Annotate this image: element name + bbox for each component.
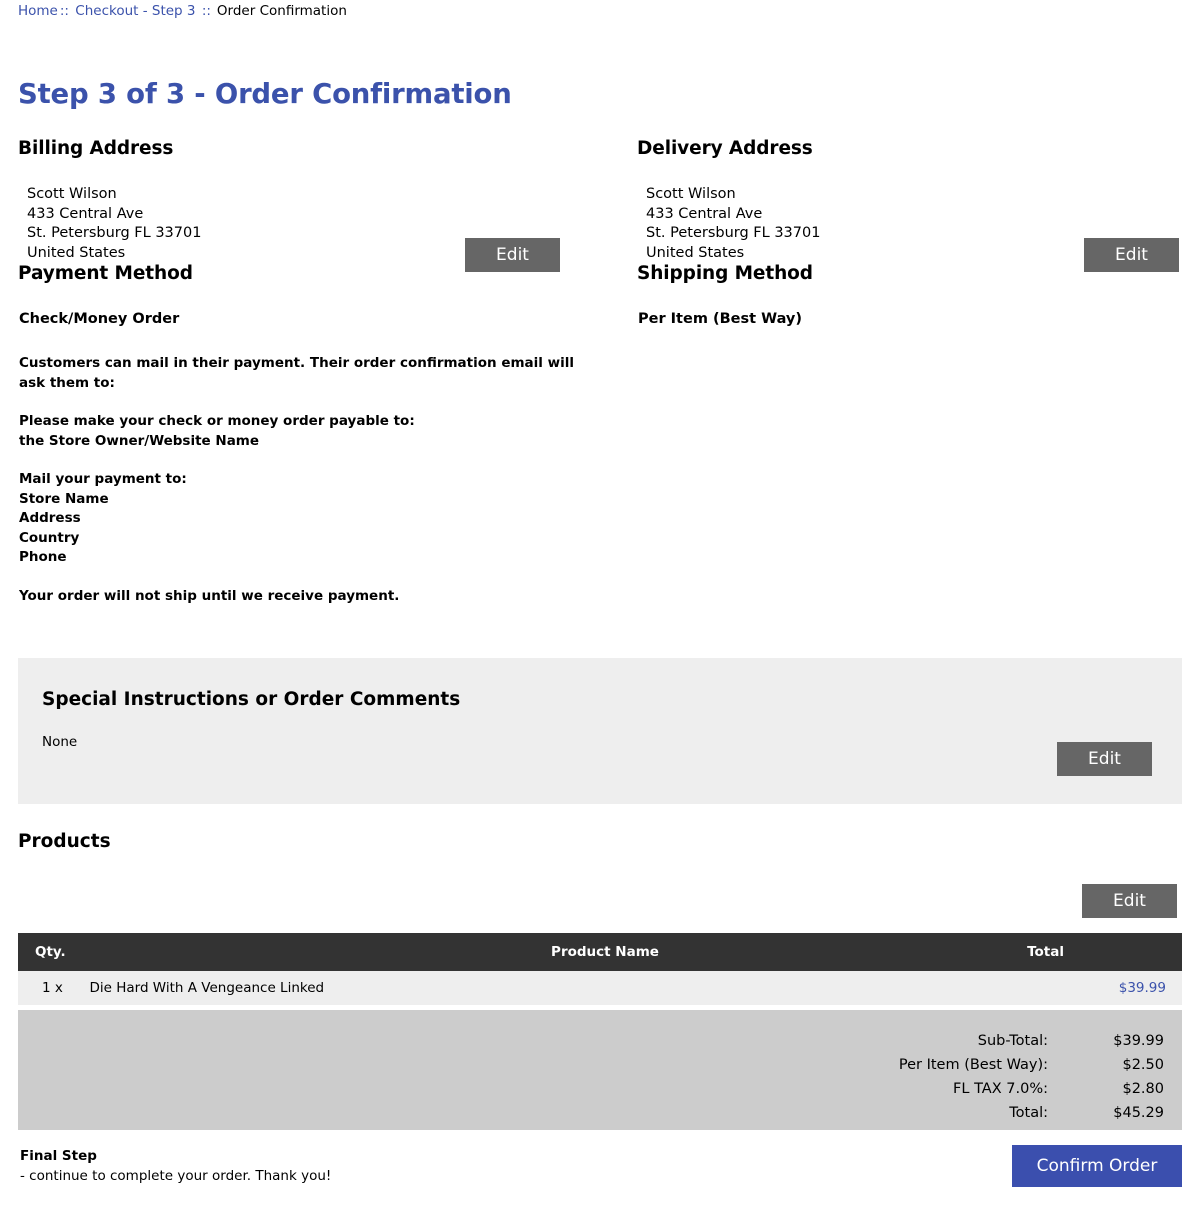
- table-row: 1 x Die Hard With A Vengeance Linked $39…: [18, 971, 1182, 1005]
- final-step-subtitle: - continue to complete your order. Thank…: [20, 1168, 332, 1184]
- payment-paragraph: Customers can mail in their payment. The…: [19, 355, 574, 391]
- totals-row: Total: $45.29: [899, 1101, 1164, 1125]
- order-table-body: 1 x Die Hard With A Vengeance Linked $39…: [18, 971, 1182, 1005]
- totals-row: FL TAX 7.0%: $2.80: [899, 1077, 1164, 1101]
- edit-delivery-address-button[interactable]: Edit: [1084, 238, 1179, 272]
- billing-address-line: 433 Central Ave: [27, 205, 144, 222]
- final-step-note: Final Step - continue to complete your o…: [20, 1146, 331, 1186]
- totals-row: Per Item (Best Way): $2.50: [899, 1053, 1164, 1077]
- products-heading: Products: [18, 831, 111, 852]
- order-products-table: Qty. Product Name Total 1 x Die Hard Wit…: [18, 933, 1182, 1005]
- edit-billing-address-button[interactable]: Edit: [465, 238, 560, 272]
- breadcrumb-separator-2: ::: [201, 3, 211, 19]
- table-header-row: Qty. Product Name Total: [18, 933, 1182, 971]
- special-instructions-panel: Special Instructions or Order Comments N…: [18, 658, 1182, 804]
- payment-paragraph: Your order will not ship until we receiv…: [19, 587, 400, 604]
- totals-row: Sub-Total: $39.99: [899, 1029, 1164, 1053]
- column-header-name: Product Name: [335, 933, 875, 971]
- billing-column: Billing Address Scott Wilson 433 Central…: [18, 138, 618, 606]
- confirm-order-button[interactable]: Confirm Order: [1012, 1145, 1182, 1187]
- column-header-qty: Qty.: [18, 933, 335, 971]
- breadcrumb-link-checkout[interactable]: Checkout - Step 3: [75, 3, 195, 19]
- totals-label: Sub-Total:: [977, 1033, 1048, 1049]
- row-product-name: Die Hard With A Vengeance Linked: [89, 980, 325, 996]
- payment-paragraph: Please make your check or money order pa…: [19, 413, 415, 449]
- order-table-head: Qty. Product Name Total: [18, 933, 1182, 971]
- payment-method-description: Customers can mail in their payment. The…: [18, 354, 579, 606]
- special-instructions-heading: Special Instructions or Order Comments: [42, 689, 461, 710]
- shipping-method-value: Per Item (Best Way): [638, 311, 802, 327]
- edit-comments-button[interactable]: Edit: [1057, 742, 1152, 776]
- payment-method-value: Check/Money Order: [19, 311, 180, 327]
- row-qty-value: 1 x: [42, 980, 63, 996]
- cell-product-name: [335, 971, 875, 1005]
- breadcrumb-current: Order Confirmation: [216, 3, 347, 19]
- delivery-address-line: Scott Wilson: [646, 186, 736, 202]
- billing-address-heading: Billing Address: [18, 138, 174, 159]
- totals-label: Total:: [1009, 1105, 1048, 1121]
- totals-value: $2.50: [1122, 1057, 1164, 1073]
- breadcrumb-link-home[interactable]: Home: [18, 3, 58, 19]
- breadcrumb-separator-1: ::: [59, 3, 69, 19]
- billing-address-block: Scott Wilson 433 Central Ave St. Petersb…: [18, 185, 618, 272]
- cell-row-total: $39.99: [875, 971, 1182, 1005]
- delivery-address-heading: Delivery Address: [637, 138, 813, 159]
- special-instructions-value: None: [42, 734, 78, 750]
- delivery-address-block: Scott Wilson 433 Central Ave St. Petersb…: [637, 185, 1182, 272]
- totals-label: Per Item (Best Way):: [898, 1057, 1048, 1073]
- totals-value: $39.99: [1113, 1033, 1164, 1049]
- delivery-column: Delivery Address Scott Wilson 433 Centra…: [637, 138, 1182, 327]
- delivery-address-line: 433 Central Ave: [646, 205, 763, 222]
- billing-address-line: Scott Wilson: [27, 186, 117, 202]
- order-totals-block: Sub-Total: $39.99 Per Item (Best Way): $…: [18, 1010, 1182, 1130]
- breadcrumb: Home:: Checkout - Step 3 :: Order Confirm…: [18, 3, 347, 20]
- final-step-title: Final Step: [20, 1148, 97, 1164]
- order-totals-rows: Sub-Total: $39.99 Per Item (Best Way): $…: [899, 1029, 1164, 1125]
- totals-value: $45.29: [1113, 1105, 1164, 1121]
- totals-label: FL TAX 7.0%:: [953, 1081, 1048, 1097]
- payment-paragraph: Mail your payment to: Store Name Address…: [19, 471, 187, 565]
- column-header-total: Total: [875, 933, 1182, 971]
- totals-value: $2.80: [1122, 1081, 1164, 1097]
- edit-products-button[interactable]: Edit: [1082, 884, 1177, 918]
- page-title: Step 3 of 3 - Order Confirmation: [18, 78, 512, 111]
- cell-qty: 1 x Die Hard With A Vengeance Linked: [18, 971, 335, 1005]
